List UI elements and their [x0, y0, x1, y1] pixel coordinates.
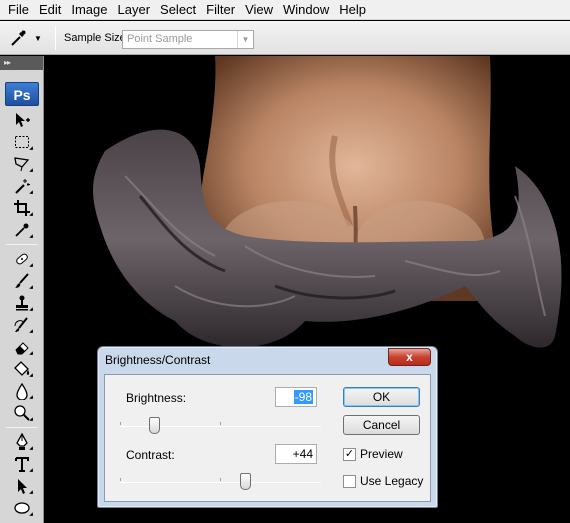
brightness-value: -98: [293, 390, 313, 404]
use-legacy-checkbox[interactable]: [343, 474, 356, 488]
tools-separator: [6, 427, 38, 428]
tools-separator: [6, 244, 38, 245]
paint-bucket-tool[interactable]: [10, 359, 34, 379]
menu-layer[interactable]: Layer: [113, 0, 156, 20]
blur-tool[interactable]: [10, 381, 34, 401]
history-brush-tool[interactable]: [10, 315, 34, 335]
clone-stamp-tool[interactable]: [10, 293, 34, 313]
tools-panel-header[interactable]: ▸▸: [0, 56, 43, 70]
legacy-checkbox-row[interactable]: Use Legacy: [343, 474, 423, 488]
type-tool[interactable]: [10, 454, 34, 474]
chevron-down-icon: ▼: [237, 31, 253, 48]
path-selection-tool[interactable]: [10, 476, 34, 496]
contrast-slider-thumb[interactable]: [240, 473, 252, 490]
contrast-slider-track[interactable]: [120, 482, 321, 483]
contrast-label: Contrast:: [126, 448, 175, 462]
dialog-body: Brightness: -98 Contrast: +44 OK Cancel …: [104, 374, 431, 502]
ps-logo[interactable]: Ps: [5, 82, 39, 106]
brightness-slider-tick: [120, 422, 121, 425]
healing-brush-tool[interactable]: [10, 249, 34, 269]
move-tool[interactable]: [10, 110, 34, 130]
preview-checkbox-row[interactable]: ✓ Preview: [343, 447, 403, 461]
menu-bar: File Edit Image Layer Select Filter View…: [0, 0, 570, 20]
contrast-value: +44: [292, 447, 313, 461]
eraser-tool[interactable]: [10, 337, 34, 357]
menu-view[interactable]: View: [240, 0, 278, 20]
menu-edit[interactable]: Edit: [34, 0, 66, 20]
menu-filter[interactable]: Filter: [201, 0, 240, 20]
options-bar: ▼ Sample Size: Point Sample ▼: [0, 21, 570, 55]
pen-tool[interactable]: [10, 432, 34, 452]
menu-select[interactable]: Select: [155, 0, 201, 20]
crop-tool[interactable]: [10, 198, 34, 218]
dialog-title: Brightness/Contrast: [105, 353, 211, 367]
contrast-slider-tick: [120, 478, 121, 481]
sample-size-value: Point Sample: [127, 33, 193, 45]
brightness-slider-tick: [220, 422, 221, 425]
brightness-contrast-dialog: Brightness/Contrast x Brightness: -98 Co…: [97, 346, 438, 508]
dialog-titlebar[interactable]: Brightness/Contrast x: [98, 347, 437, 373]
brush-tool[interactable]: [10, 271, 34, 291]
menu-file[interactable]: File: [3, 0, 34, 20]
close-button[interactable]: x: [388, 348, 431, 366]
lasso-tool[interactable]: [10, 154, 34, 174]
legacy-label: Use Legacy: [360, 474, 424, 488]
dodge-tool[interactable]: [10, 403, 34, 423]
options-separator: [55, 26, 56, 50]
contrast-slider-tick: [220, 478, 221, 481]
eyedropper-tool[interactable]: [10, 220, 34, 240]
magic-wand-tool[interactable]: [10, 176, 34, 196]
brightness-slider-thumb[interactable]: [149, 417, 161, 434]
ok-button[interactable]: OK: [343, 387, 420, 407]
brightness-input[interactable]: -98: [275, 387, 317, 407]
preview-label: Preview: [360, 447, 403, 461]
menu-window[interactable]: Window: [278, 0, 334, 20]
tool-preset-picker[interactable]: ▼: [8, 27, 52, 49]
ellipse-tool[interactable]: [10, 498, 34, 518]
brightness-label: Brightness:: [126, 391, 187, 405]
menu-help[interactable]: Help: [334, 0, 371, 20]
cancel-button[interactable]: Cancel: [343, 415, 420, 435]
sample-size-select[interactable]: Point Sample ▼: [122, 30, 254, 49]
contrast-input[interactable]: +44: [275, 444, 317, 464]
move-icon: [16, 113, 30, 127]
tools-panel: ▸▸ Ps: [0, 56, 44, 523]
chevron-down-icon: ▼: [34, 33, 42, 43]
preview-checkbox[interactable]: ✓: [343, 447, 356, 461]
eyedropper-icon: [11, 30, 26, 46]
marquee-tool[interactable]: [10, 132, 34, 152]
sample-size-label: Sample Size:: [64, 32, 129, 44]
menu-image[interactable]: Image: [66, 0, 112, 20]
